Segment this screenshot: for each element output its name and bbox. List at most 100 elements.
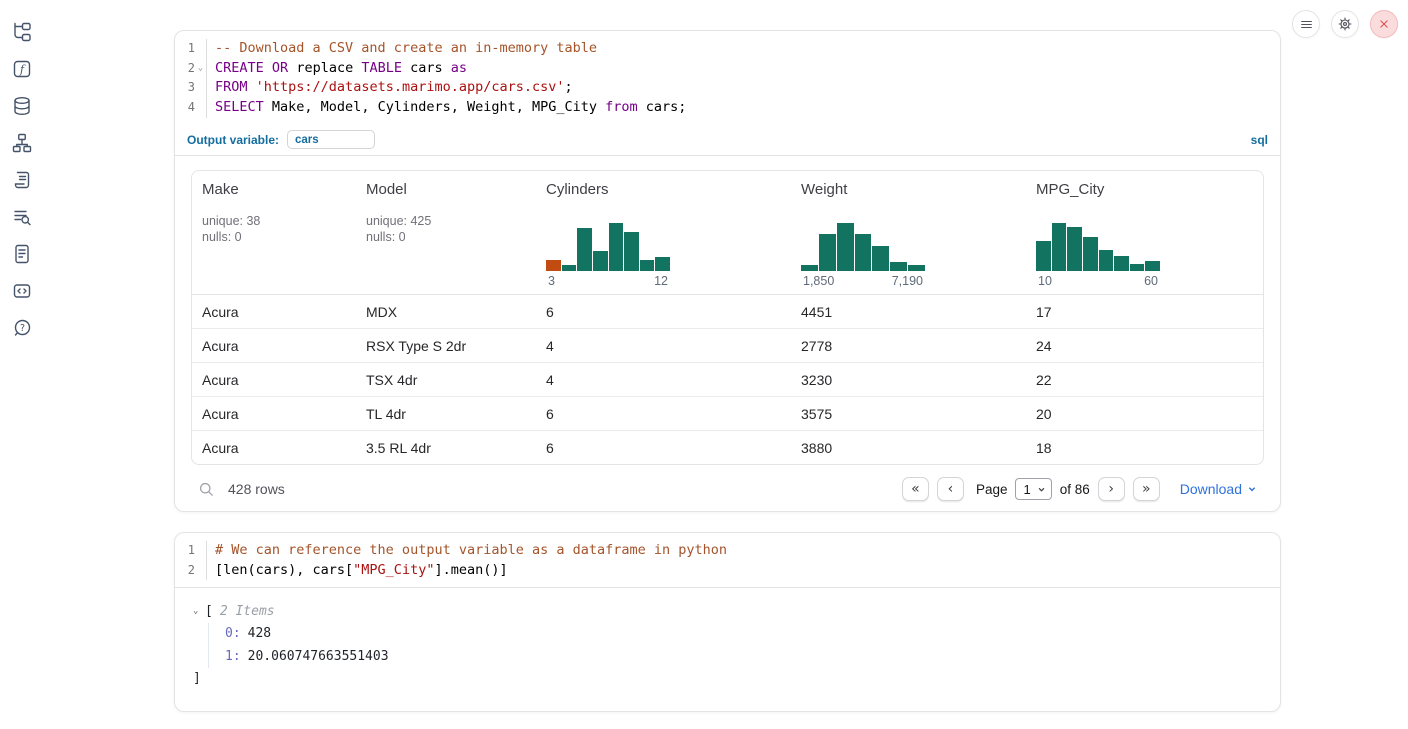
previous-page-button[interactable]: ‹ [937, 477, 964, 501]
histogram-bar [1099, 250, 1114, 271]
last-page-button[interactable]: » [1133, 477, 1160, 501]
histogram-bar [908, 265, 925, 271]
list-search-icon [12, 207, 32, 227]
column-header-make[interactable]: Make unique: 38 nulls: 0 [192, 171, 356, 295]
table-cell: TL 4dr [356, 397, 536, 431]
histogram-bar [855, 234, 872, 271]
mpg-city-histogram: 10 60 [1036, 223, 1160, 288]
svg-text:?: ? [20, 323, 25, 334]
cylinders-histogram: 3 12 [546, 223, 670, 288]
first-page-button[interactable]: « [902, 477, 929, 501]
histogram-bar [1083, 237, 1098, 271]
sidebar-item-scratchpad[interactable] [11, 169, 33, 191]
table-cell: 6 [536, 431, 791, 465]
axis-label-min: 1,850 [803, 274, 834, 288]
download-button[interactable]: Download [1180, 481, 1257, 497]
table-row: AcuraTSX 4dr4323022 [192, 363, 1263, 397]
database-icon [12, 96, 32, 116]
sidebar-item-logs[interactable] [11, 206, 33, 228]
axis-label-max: 7,190 [892, 274, 923, 288]
column-header-cylinders[interactable]: Cylinders 3 12 [536, 171, 791, 295]
code-line: SELECT Make, Model, Cylinders, Weight, M… [207, 98, 686, 118]
table-cell: 3230 [791, 363, 1026, 397]
histogram-bar [801, 265, 818, 271]
column-stat-unique: unique: 425 [366, 213, 526, 229]
settings-button[interactable] [1331, 10, 1359, 38]
output-variable-label: Output variable: [187, 133, 279, 147]
table-cell: RSX Type S 2dr [356, 329, 536, 363]
table-cell: 2778 [791, 329, 1026, 363]
page-total: of 86 [1060, 482, 1090, 497]
sidebar-item-data-sources[interactable] [11, 95, 33, 117]
sql-code-editor[interactable]: 1-- Download a CSV and create an in-memo… [175, 31, 1280, 125]
table-cell: 4451 [791, 295, 1026, 329]
open-bracket: [ [205, 601, 213, 622]
column-title: MPG_City [1036, 181, 1253, 198]
table-cell: 17 [1026, 295, 1263, 329]
download-label: Download [1180, 481, 1242, 497]
column-stat-nulls: nulls: 0 [202, 229, 346, 245]
axis-label-min: 3 [548, 274, 555, 288]
output-variable-input[interactable] [287, 130, 375, 149]
weight-histogram: 1,850 7,190 [801, 223, 925, 288]
code-line: [len(cars), cars["MPG_City"].mean()] [207, 561, 508, 581]
next-page-button[interactable]: › [1098, 477, 1125, 501]
fold-chevron-icon[interactable]: ⌄ [195, 59, 206, 79]
code-token: "MPG_City" [353, 562, 434, 578]
menu-button[interactable] [1292, 10, 1320, 38]
row-count: 428 rows [228, 481, 285, 497]
table-cell: 3575 [791, 397, 1026, 431]
item-index: 1: [225, 649, 241, 664]
table-cell: 6 [536, 397, 791, 431]
shutdown-button[interactable] [1370, 10, 1398, 38]
histogram-bar [624, 232, 639, 271]
sql-cell: 1 -- Download a CSV and create an in-memo… [174, 30, 1281, 512]
histogram-bar [655, 257, 670, 271]
sidebar-item-functions[interactable]: f [11, 58, 33, 80]
code-token: ; [565, 79, 573, 95]
code-token: as [451, 60, 467, 76]
sidebar-item-dependency-graph[interactable] [11, 132, 33, 154]
table-cell: 4 [536, 363, 791, 397]
sidebar: f ? [0, 0, 44, 729]
file-tree-icon [12, 22, 32, 42]
table-body: AcuraMDX6445117AcuraRSX Type S 2dr427782… [192, 295, 1263, 465]
sidebar-item-documentation[interactable] [11, 243, 33, 265]
table-cell: Acura [192, 363, 356, 397]
code-token: ].mean()] [434, 562, 507, 578]
double-chevron-left-icon: « [911, 481, 920, 497]
code-token: Make, Model, Cylinders, Weight, MPG_City [264, 99, 605, 115]
histogram-bar [1114, 256, 1129, 271]
notebook-actions [1292, 10, 1398, 38]
table-cell: TSX 4dr [356, 363, 536, 397]
language-badge[interactable]: sql [1251, 133, 1268, 147]
python-code-editor[interactable]: 1# We can reference the output variable … [175, 533, 1280, 588]
column-title: Make [202, 181, 346, 198]
close-icon [1377, 17, 1391, 31]
table-cell: 24 [1026, 329, 1263, 363]
sidebar-item-help[interactable]: ? [11, 317, 33, 339]
help-icon: ? [12, 318, 32, 338]
code-line: FROM 'https://datasets.marimo.app/cars.c… [207, 78, 573, 98]
page-select[interactable]: 1 [1015, 478, 1051, 500]
axis-label-max: 12 [654, 274, 668, 288]
histogram-bar [546, 260, 561, 271]
histogram-bar [890, 262, 907, 271]
sidebar-item-snippets[interactable] [11, 280, 33, 302]
search-icon[interactable] [198, 481, 215, 498]
item-value: 20.060747663551403 [248, 649, 389, 664]
column-header-model[interactable]: Model unique: 425 nulls: 0 [356, 171, 536, 295]
collapse-chevron-icon[interactable]: ⌄ [193, 601, 205, 622]
chevron-right-icon: › [1108, 481, 1114, 497]
histogram-bar [872, 246, 889, 271]
code-snippet-icon [12, 281, 32, 301]
histogram-bar [1130, 264, 1145, 272]
code-token: from [605, 99, 638, 115]
table-header-row: Make unique: 38 nulls: 0 Model unique: 4… [192, 171, 1263, 295]
column-header-mpg-city[interactable]: MPG_City 10 60 [1026, 171, 1263, 295]
line-number: 3 [175, 78, 207, 98]
code-token: -- Download a CSV and create an in-memor… [215, 40, 597, 56]
column-header-weight[interactable]: Weight 1,850 7,190 [791, 171, 1026, 295]
code-token: SELECT [215, 99, 264, 115]
sidebar-item-file-explorer[interactable] [11, 21, 33, 43]
